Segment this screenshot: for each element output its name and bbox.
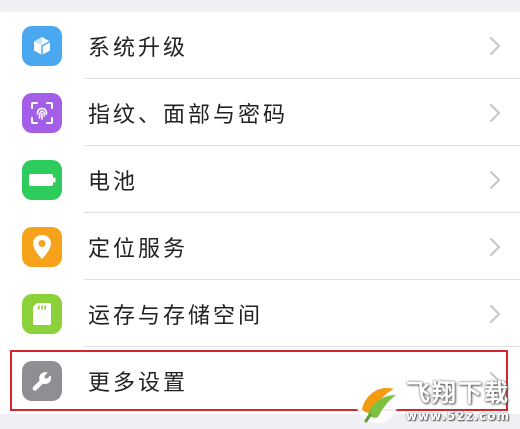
settings-item-label: 系统升级 — [88, 35, 189, 61]
settings-item-label: 指纹、面部与密码 — [88, 102, 289, 128]
storage-icon — [22, 293, 62, 334]
settings-item-label: 电池 — [88, 169, 139, 195]
settings-item-label: 定位服务 — [88, 236, 189, 262]
wrench-icon — [22, 360, 62, 401]
settings-list: 系统升级 指纹、面部与密码 电池 定位服务 运存与存储空间 更多设置 — [0, 12, 520, 414]
location-icon — [22, 226, 62, 267]
watermark: 飞翔下载 www.52z.com — [354, 379, 510, 425]
settings-item-battery[interactable]: 电池 — [0, 146, 520, 213]
fingerprint-icon — [22, 92, 62, 133]
top-strip — [0, 0, 520, 12]
settings-item-system-update[interactable]: 系统升级 — [0, 12, 520, 79]
system-update-icon — [22, 25, 62, 66]
watermark-title: 飞翔下载 — [405, 379, 510, 407]
chevron-right-icon — [489, 170, 501, 189]
watermark-logo-icon — [354, 379, 400, 425]
watermark-url: www.52z.com — [405, 409, 510, 423]
settings-item-fingerprint-face-password[interactable]: 指纹、面部与密码 — [0, 79, 520, 146]
chevron-right-icon — [489, 237, 501, 256]
chevron-right-icon — [489, 36, 501, 55]
battery-icon — [22, 159, 62, 200]
settings-item-label: 更多设置 — [88, 370, 189, 396]
settings-item-ram-storage[interactable]: 运存与存储空间 — [0, 280, 520, 347]
settings-item-location-services[interactable]: 定位服务 — [0, 213, 520, 280]
settings-item-label: 运存与存储空间 — [88, 303, 264, 329]
chevron-right-icon — [489, 103, 501, 122]
chevron-right-icon — [489, 304, 501, 323]
